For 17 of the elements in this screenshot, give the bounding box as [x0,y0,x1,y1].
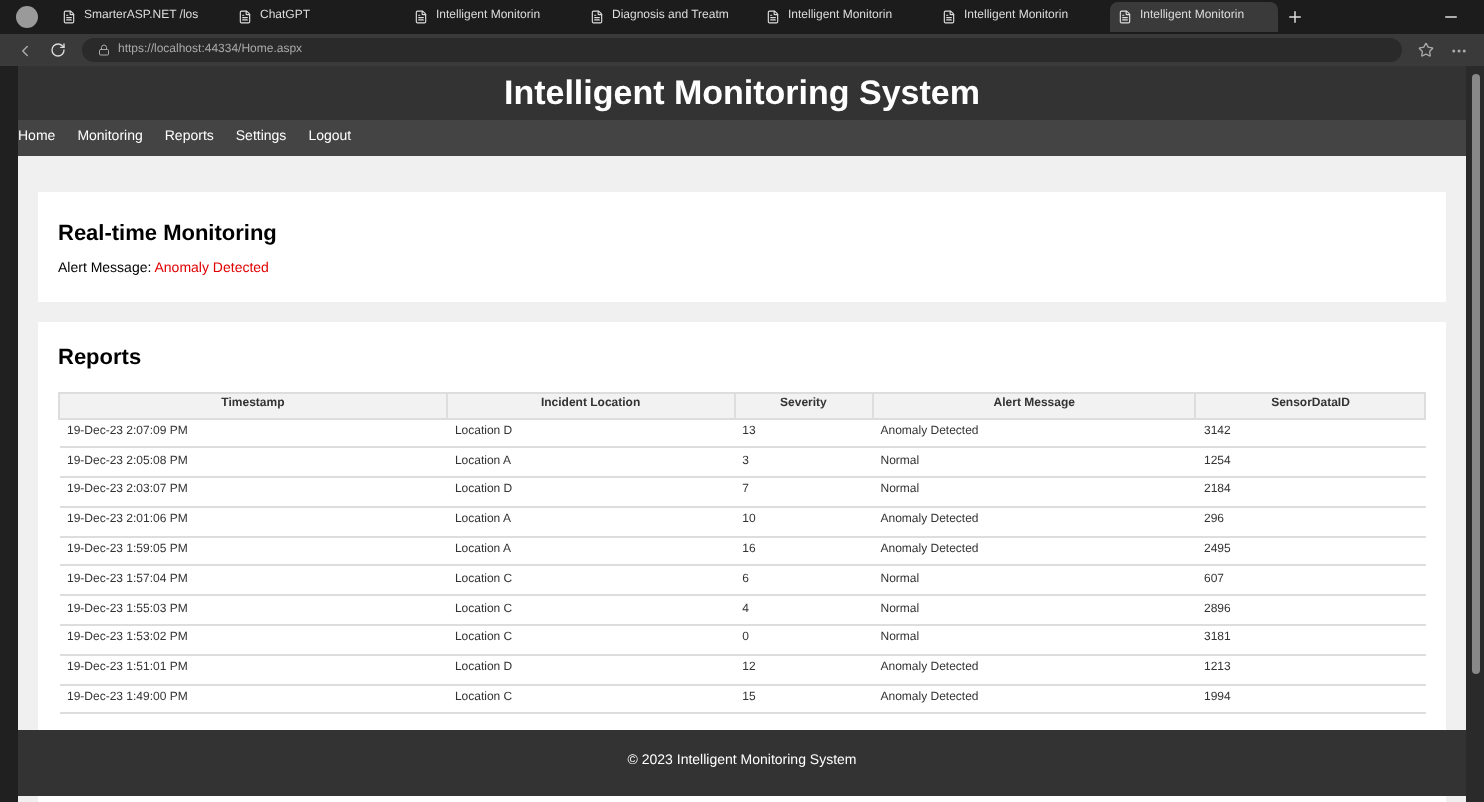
scrollbar[interactable] [1466,66,1484,802]
page-icon [62,10,76,24]
lock-icon [98,44,110,56]
page-icon [1118,10,1132,24]
page-icon [414,10,428,24]
page-icon [238,10,252,24]
back-icon[interactable] [16,41,34,59]
page-icon [766,10,780,24]
page-icon [590,10,604,24]
section-title: Real-time Monitoring [58,220,279,250]
favorite-icon[interactable] [1418,42,1434,58]
page-title: Intelligent Monitoring System [503,71,980,116]
reload-icon[interactable] [50,42,66,58]
page-icon [942,10,956,24]
section-title: Reports [58,344,144,374]
profile-icon[interactable] [16,6,38,28]
new-tab-icon[interactable] [1286,8,1304,26]
